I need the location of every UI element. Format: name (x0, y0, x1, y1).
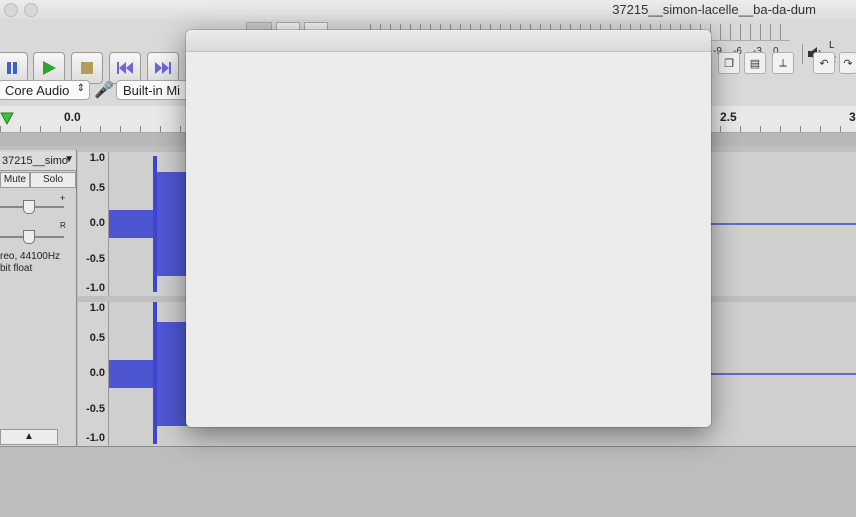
mute-button[interactable]: Mute (0, 172, 30, 188)
scale-label: -0.5 (86, 403, 105, 415)
meter-channel-left: L (829, 40, 835, 51)
copy-icon: ❐ (724, 57, 734, 70)
track-info-format: reo, 44100Hz (0, 251, 61, 262)
recording-device-select[interactable]: Built-in Mi (116, 80, 196, 100)
audio-host-value: Core Audio (5, 83, 70, 98)
scale-label: -0.5 (86, 253, 105, 265)
dialog-content (186, 52, 711, 427)
skip-start-icon (117, 62, 133, 74)
solo-button[interactable]: Solo (30, 172, 76, 188)
channel-scale-right: 1.0 0.5 0.0 -0.5 -1.0 (78, 302, 109, 446)
dialog-title-bar[interactable] (186, 30, 711, 52)
ruler-tick: 2.5 (720, 110, 737, 124)
scale-label: -1.0 (86, 432, 105, 444)
empty-project-area (0, 446, 856, 517)
scale-label: 1.0 (89, 152, 105, 164)
track-name: 37215__simo (2, 155, 69, 167)
skip-end-icon (155, 62, 171, 74)
gain-plus-label: + (60, 193, 66, 203)
scale-label: 0.0 (89, 367, 105, 379)
paste-icon: ▤ (749, 57, 761, 70)
window-title: 37215__simon-lacelle__ba-da-dum (612, 2, 816, 17)
scale-label: 1.0 (89, 302, 105, 314)
redo-icon: ↷ (843, 57, 853, 70)
track-name-menu[interactable]: 37215__simo ▼ (0, 152, 76, 171)
undo-button[interactable]: ↶ (813, 52, 835, 74)
gain-slider-handle[interactable] (23, 200, 35, 214)
stop-icon (81, 62, 93, 74)
trim-audio-icon: ⟂ (779, 56, 787, 69)
title-bar: 37215__simon-lacelle__ba-da-dum (0, 0, 856, 21)
dropdown-triangle-icon: ▼ (64, 154, 74, 165)
recording-device-value: Built-in Mi (123, 83, 181, 98)
audio-host-select[interactable]: Core Audio ⇕ (0, 80, 90, 100)
track-info-bitdepth: bit float (0, 263, 33, 274)
scale-label: 0.5 (89, 182, 105, 194)
ruler-tick: 0.0 (64, 110, 81, 124)
scale-label: -1.0 (86, 282, 105, 294)
trim-button[interactable]: ⟂ (772, 52, 794, 74)
collapse-track-button[interactable]: ▲ (0, 429, 58, 445)
pan-slider-handle[interactable] (23, 230, 35, 244)
select-arrows-icon: ⇕ (76, 83, 85, 94)
scale-label: 0.5 (89, 332, 105, 344)
play-icon (43, 61, 56, 75)
close-window-button[interactable] (4, 3, 18, 17)
track-control-panel: 37215__simo ▼ (0, 150, 77, 446)
channel-scale-left: 1.0 0.5 0.0 -0.5 -1.0 (78, 152, 109, 296)
pan-right-label: R (60, 221, 66, 230)
paste-button[interactable]: ▤ (744, 52, 766, 74)
pause-icon (7, 62, 17, 74)
undo-icon: ↶ (819, 57, 829, 70)
scale-label: 0.0 (89, 217, 105, 229)
copy-button[interactable]: ❐ (718, 52, 740, 74)
microphone-icon: 🎤 (94, 82, 114, 99)
minimize-window-button[interactable] (24, 3, 38, 17)
collapse-up-icon: ▲ (24, 431, 34, 442)
redo-button[interactable]: ↷ (839, 52, 856, 74)
blank-dialog-window[interactable] (186, 30, 711, 427)
timeline-menu-icon[interactable] (0, 112, 16, 126)
ruler-tick: 3 (849, 110, 856, 124)
